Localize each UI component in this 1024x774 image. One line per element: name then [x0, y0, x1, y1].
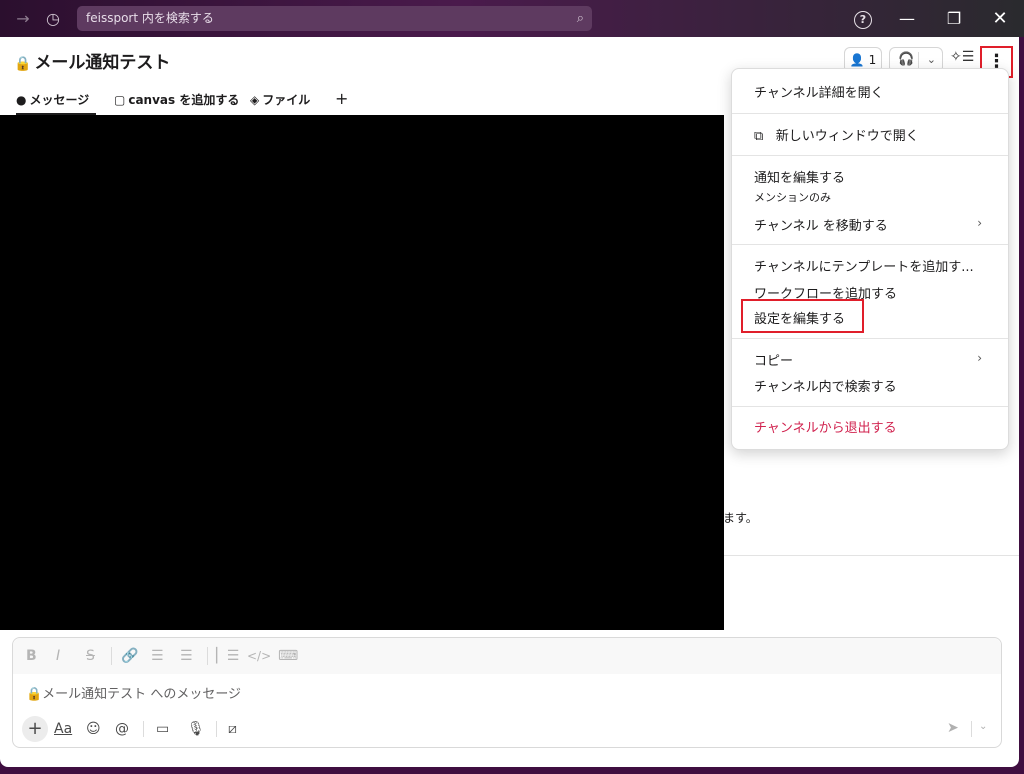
menu-item-leave-channel[interactable]: チャンネルから退出する [754, 417, 897, 436]
submenu-arrow-icon: › [977, 351, 982, 365]
menu-item-open-new-window[interactable]: ⧉ 新しいウィンドウで開く [754, 125, 919, 144]
menu-item-edit-notifications[interactable]: 通知を編集する メンションのみ [754, 167, 845, 205]
layers-icon: ◈ [250, 93, 260, 107]
close-icon[interactable]: ✕ [989, 0, 1011, 37]
highlight-box [741, 299, 864, 333]
action-divider [216, 721, 217, 737]
redacted-content-area [0, 115, 724, 630]
toolbar-divider [207, 647, 208, 665]
code-icon[interactable]: </> [247, 647, 271, 665]
canvas-icon: ▢ [114, 93, 126, 107]
headphones-icon: 🎧 [898, 52, 915, 67]
minimize-icon[interactable]: — [896, 0, 918, 37]
schedule-chevron-icon[interactable]: ⌄ [979, 721, 987, 732]
menu-item-open-channel-details[interactable]: チャンネル詳細を開く [754, 82, 884, 101]
menu-separator [732, 406, 1008, 407]
add-tab-button[interactable]: + [335, 91, 348, 107]
code-block-icon[interactable]: ⌨ [278, 647, 298, 665]
lock-icon: 🔒 [14, 56, 32, 72]
tab-files-label: ファイル [262, 93, 311, 107]
formatting-toggle-icon[interactable]: Aa [54, 720, 72, 738]
menu-separator [732, 155, 1008, 156]
menu-item-edit-notifications-label: 通知を編集する [754, 171, 846, 186]
search-placeholder: feissport 内を検索する [86, 11, 214, 25]
blockquote-icon[interactable]: ▏☰ [216, 647, 239, 665]
italic-icon[interactable]: I [56, 647, 60, 665]
bold-icon[interactable]: B [26, 647, 37, 665]
channel-title-button[interactable]: 🔒 メール通知テスト [14, 48, 170, 73]
menu-separator [732, 113, 1008, 114]
channel-options-menu: チャンネル詳細を開く ⧉ 新しいウィンドウで開く 通知を編集する メンションのみ… [731, 68, 1009, 450]
tab-files[interactable]: ◈ ファイル [250, 91, 310, 109]
menu-separator [732, 338, 1008, 339]
tab-canvas-label: canvas を追加する [128, 93, 240, 107]
new-window-icon: ⧉ [754, 129, 764, 144]
member-icon: 👤 [849, 53, 865, 67]
message-composer[interactable]: B I S 🔗 ☰ ☰ ▏☰ </> ⌨ 🔒メール通知テスト へのメッセージ +… [12, 637, 1002, 748]
history-clock-icon[interactable]: ◷ [42, 0, 64, 37]
strikethrough-icon[interactable]: S [86, 647, 95, 665]
action-divider [143, 721, 144, 737]
channel-name: メール通知テスト [34, 53, 171, 73]
format-toolbar: B I S 🔗 ☰ ☰ ▏☰ </> ⌨ [13, 638, 1001, 674]
message-bubble-icon: ● [16, 93, 27, 107]
menu-item-copy[interactable]: コピー [754, 350, 793, 369]
menu-item-add-template[interactable]: チャンネルにテンプレートを追加す... [754, 256, 974, 275]
menu-item-search-in-channel[interactable]: チャンネル内で検索する [754, 376, 897, 395]
emoji-icon[interactable]: ☺ [86, 720, 101, 738]
link-icon[interactable]: 🔗 [121, 647, 138, 665]
tab-messages-label: メッセージ [29, 93, 90, 107]
menu-item-move-channel[interactable]: チャンネル を移動する [754, 215, 888, 234]
send-divider [971, 721, 972, 737]
ai-summary-icon[interactable]: ✧☰ [950, 49, 974, 65]
huddle-divider [918, 52, 919, 68]
tab-add-canvas[interactable]: ▢ canvas を追加する [114, 91, 239, 109]
forward-arrow-icon[interactable]: → [12, 0, 34, 37]
microphone-icon[interactable]: 🎙 [187, 720, 205, 738]
search-icon: ⌕ [576, 11, 584, 26]
tab-messages[interactable]: ● メッセージ [16, 91, 89, 109]
message-input[interactable]: 🔒メール通知テスト へのメッセージ [26, 683, 241, 702]
help-button[interactable]: ? [851, 0, 875, 37]
help-icon: ? [854, 10, 872, 29]
members-count: 1 [868, 53, 877, 67]
slash-command-icon[interactable]: ⧄ [228, 720, 237, 738]
toolbar-divider [111, 647, 112, 665]
ordered-list-icon[interactable]: ☰ [151, 647, 164, 665]
maximize-icon[interactable]: ❐ [943, 0, 965, 37]
bulleted-list-icon[interactable]: ☰ [180, 647, 193, 665]
partial-message-text: ます。 [723, 511, 758, 525]
submenu-arrow-icon: › [977, 216, 982, 230]
send-icon[interactable]: ➤ [947, 720, 959, 736]
title-bar: → ◷ feissport 内を検索する ⌕ ? — ❐ ✕ [0, 0, 1024, 37]
divider-line [724, 555, 1019, 556]
mention-icon[interactable]: @ [115, 720, 129, 738]
workspace-search-input[interactable]: feissport 内を検索する ⌕ [77, 6, 592, 31]
video-clip-icon[interactable]: ▭ [156, 720, 169, 738]
attach-plus-button[interactable]: + [22, 716, 48, 742]
menu-separator [732, 244, 1008, 245]
notification-state: メンションのみ [754, 191, 831, 204]
menu-item-open-new-window-label: 新しいウィンドウで開く [775, 129, 919, 144]
